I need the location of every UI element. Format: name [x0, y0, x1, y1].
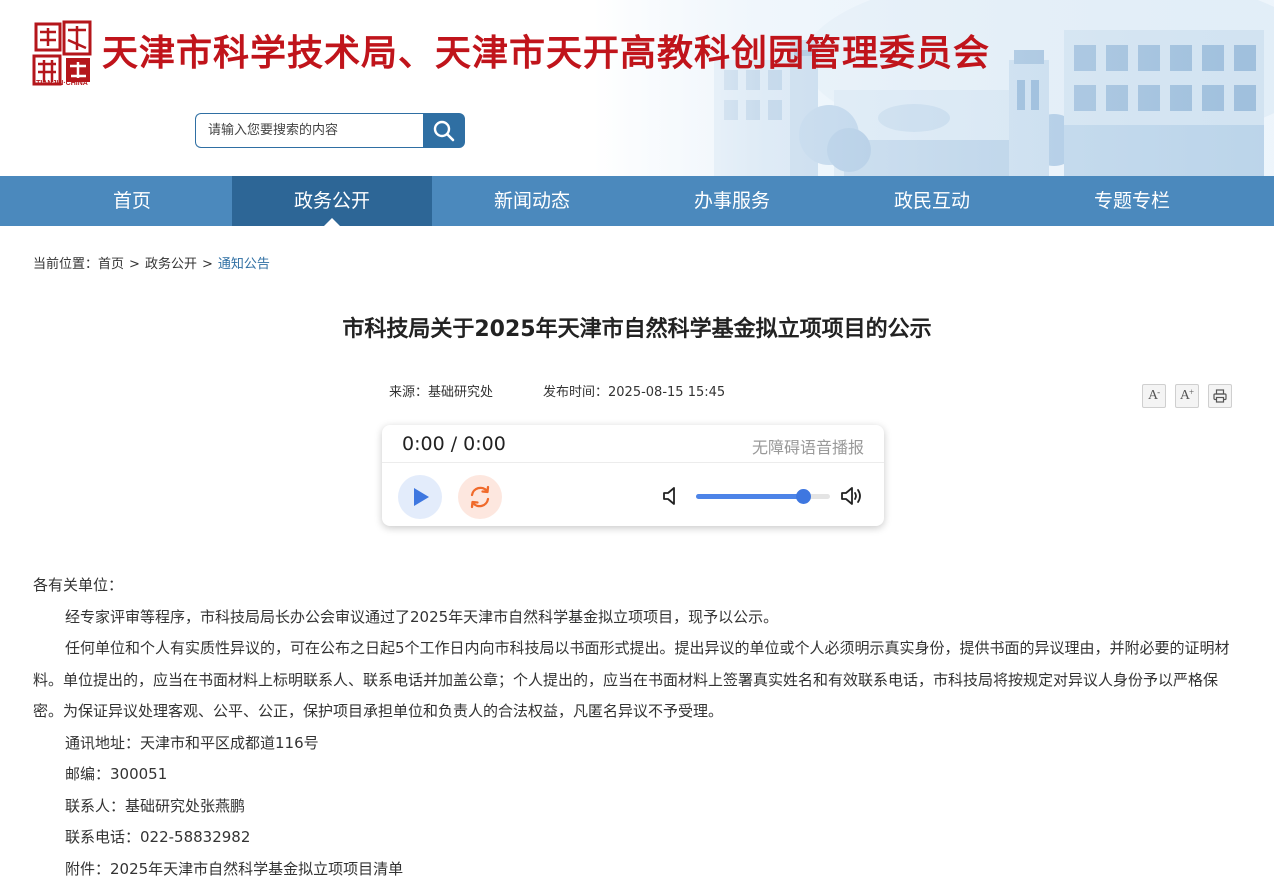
breadcrumb-prefix: 当前位置： [33, 257, 99, 272]
article-tools: A- A + [1142, 384, 1232, 408]
article-title: 市科技局关于2025年天津市自然科学基金拟立项项目的公示 [342, 317, 932, 342]
search-button[interactable] [423, 113, 465, 148]
print-button[interactable] [1208, 384, 1232, 408]
site-header: TIANJIN·CHINA 天津市科学技术局、天津市天开高教科创园管理委员会 [0, 0, 1274, 176]
replay-button[interactable] [458, 475, 502, 519]
breadcrumb-home-link[interactable]: 首页 [98, 257, 124, 272]
font-increase-mark: + [1189, 387, 1195, 397]
breadcrumb-current-link[interactable]: 通知公告 [218, 257, 270, 272]
nav-item-interaction[interactable]: 政民互动 [832, 176, 1032, 226]
article-greeting: 各有关单位： [33, 576, 124, 594]
play-button[interactable] [398, 475, 442, 519]
accessibility-audio-label: 无障碍语音播报 [751, 438, 864, 457]
site-title: 天津市科学技术局、天津市天开高教科创园管理委员会 [102, 32, 991, 74]
font-decrease-mark: - [1157, 387, 1161, 397]
volume-high-icon[interactable] [840, 486, 864, 506]
article-source: 来源：基础研究处 [389, 385, 494, 400]
nav-item-government-affairs[interactable]: 政务公开 [232, 176, 432, 226]
breadcrumb-separator: > [129, 257, 140, 272]
search-box [195, 113, 465, 148]
volume-mute-icon[interactable] [662, 486, 680, 506]
font-increase-button[interactable]: A + [1175, 384, 1199, 408]
contact-address: 通讯地址：天津市和平区成都道116号 [65, 733, 319, 752]
player-header: 0:00 / 0:00 无障碍语音播报 [382, 425, 884, 463]
article-publish-date: 发布时间：2025-08-15 15:45 [543, 385, 726, 400]
volume-slider[interactable] [696, 489, 830, 504]
refresh-icon [470, 485, 490, 509]
printer-icon [1213, 389, 1227, 403]
government-logo [32, 20, 92, 86]
main-nav: 首页 政务公开 新闻动态 办事服务 政民互动 专题专栏 [0, 176, 1274, 226]
article-meta: 来源：基础研究处 发布时间：2025-08-15 15:45 [389, 381, 725, 400]
font-decrease-button[interactable]: A- [1142, 384, 1166, 408]
nav-item-home[interactable]: 首页 [32, 176, 232, 226]
playback-time: 0:00 / 0:00 [402, 433, 506, 455]
logo-caption: TIANJIN·CHINA [36, 80, 88, 87]
nav-item-services[interactable]: 办事服务 [632, 176, 832, 226]
audio-player: 0:00 / 0:00 无障碍语音播报 [382, 425, 884, 526]
breadcrumb: 当前位置：首页 > 政务公开 > 通知公告 [33, 253, 270, 272]
article-body: 各有关单位： 经专家评审等程序，市科技局局长办公会审议通过了2025年天津市自然… [33, 570, 1238, 885]
volume-slider-knob[interactable] [796, 489, 812, 504]
contact-person: 联系人：基础研究处张燕鹏 [65, 796, 246, 815]
search-icon [433, 120, 455, 141]
search-input[interactable] [195, 113, 425, 148]
nav-item-news[interactable]: 新闻动态 [432, 176, 632, 226]
article-paragraph: 任何单位和个人有实质性异议的，可在公布之日起5个工作日内向市科技局以书面形式提出… [33, 639, 1230, 720]
play-icon [414, 488, 429, 506]
attachment-link[interactable]: 附件：2025年天津市自然科学基金拟立项项目清单 [33, 854, 1238, 886]
nav-item-special-topics[interactable]: 专题专栏 [1032, 176, 1232, 226]
contact-phone: 联系电话：022-58832982 [65, 828, 251, 846]
volume-slider-fill [696, 494, 804, 499]
article-paragraph: 经专家评审等程序，市科技局局长办公会审议通过了2025年天津市自然科学基金拟立项… [65, 607, 779, 626]
breadcrumb-government-affairs-link[interactable]: 政务公开 [145, 257, 197, 272]
contact-postcode: 邮编：300051 [65, 765, 168, 783]
breadcrumb-separator: > [201, 257, 213, 272]
